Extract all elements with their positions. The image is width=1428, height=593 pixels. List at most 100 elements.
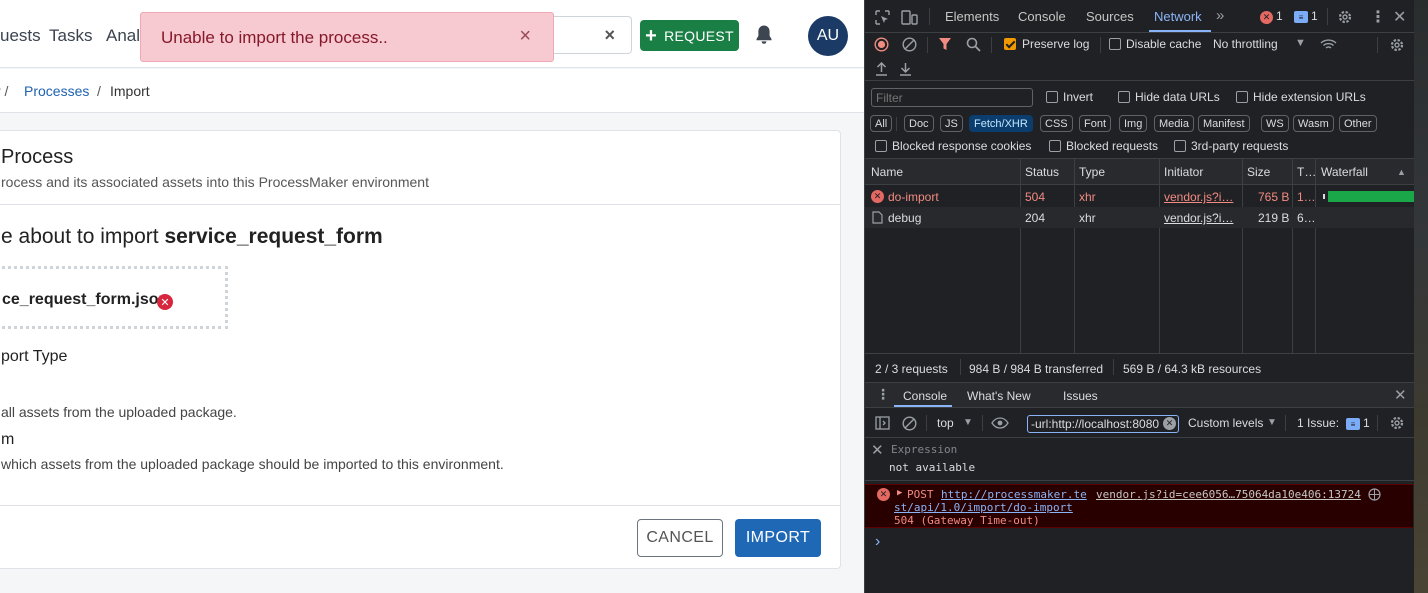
col-status[interactable]: Status: [1025, 165, 1059, 179]
third-party-label[interactable]: 3rd-party requests: [1191, 139, 1288, 153]
avatar[interactable]: AU: [808, 16, 848, 56]
clear-console-icon[interactable]: [902, 416, 917, 431]
settings-gear-icon[interactable]: [1337, 9, 1353, 25]
blocked-requests-label[interactable]: Blocked requests: [1066, 139, 1158, 153]
type-filter-fetch-xhr[interactable]: Fetch/XHR: [969, 115, 1033, 132]
error-url-line1[interactable]: http://processmaker.te: [941, 488, 1087, 501]
issues-label[interactable]: 1 Issue:: [1297, 416, 1339, 430]
cancel-button[interactable]: CANCEL: [637, 519, 723, 557]
upload-icon[interactable]: [875, 62, 888, 76]
sidebar-toggle-icon[interactable]: [875, 416, 890, 430]
col-size[interactable]: Size: [1247, 165, 1270, 179]
console-prompt-icon[interactable]: ›: [875, 533, 880, 551]
filter-input[interactable]: [871, 88, 1033, 107]
hide-data-urls-checkbox[interactable]: [1118, 91, 1130, 103]
expand-triangle-icon[interactable]: ▶: [897, 488, 902, 498]
message-badge-icon[interactable]: ≡: [1294, 11, 1308, 23]
context-select[interactable]: top: [937, 416, 954, 430]
more-tabs-icon[interactable]: »: [1216, 7, 1224, 24]
tab-console[interactable]: Console: [1018, 9, 1066, 24]
nav-link-tasks[interactable]: Tasks: [49, 26, 92, 46]
console-settings-gear-icon[interactable]: [1389, 415, 1405, 431]
error-url-line2[interactable]: st/api/1.0/import/do-import: [894, 501, 1073, 514]
issues-badge-icon[interactable]: ≡: [1346, 418, 1360, 430]
bell-icon[interactable]: [754, 24, 774, 51]
drawer-menu-icon[interactable]: ⋮: [876, 386, 890, 403]
option-custom-title[interactable]: m: [1, 431, 14, 449]
filter-funnel-icon[interactable]: [938, 37, 952, 52]
col-time[interactable]: T…: [1297, 165, 1316, 179]
file-dropzone[interactable]: ce_request_form.json ✕: [0, 266, 228, 329]
remove-expression-icon[interactable]: ✕: [871, 441, 884, 459]
type-filter-manifest[interactable]: Manifest: [1198, 115, 1250, 132]
clear-search-icon[interactable]: ×: [604, 25, 615, 46]
record-icon[interactable]: [874, 37, 889, 52]
search-icon[interactable]: [966, 37, 981, 52]
chevron-down-icon[interactable]: ▼: [1267, 417, 1277, 428]
type-filter-js[interactable]: JS: [940, 115, 963, 132]
close-icon[interactable]: ×: [519, 25, 531, 48]
nav-link-requests[interactable]: uests: [0, 26, 41, 46]
error-badge-icon[interactable]: ✕: [1260, 11, 1273, 24]
hide-extension-urls-label[interactable]: Hide extension URLs: [1253, 90, 1366, 104]
request-initiator[interactable]: vendor.js?i…: [1164, 211, 1233, 225]
drawer-tab-whats-new[interactable]: What's New: [967, 389, 1031, 403]
import-button[interactable]: IMPORT: [735, 519, 821, 557]
network-settings-gear-icon[interactable]: [1389, 37, 1405, 53]
blocked-cookies-label[interactable]: Blocked response cookies: [892, 139, 1031, 153]
request-name[interactable]: do-import: [888, 190, 939, 204]
type-filter-doc[interactable]: Doc: [904, 115, 934, 132]
invert-checkbox[interactable]: [1046, 91, 1058, 103]
third-party-checkbox[interactable]: [1174, 140, 1186, 152]
blocked-cookies-checkbox[interactable]: [875, 140, 887, 152]
invert-label[interactable]: Invert: [1063, 90, 1093, 104]
drawer-tab-console[interactable]: Console: [903, 389, 947, 403]
col-type[interactable]: Type: [1079, 165, 1105, 179]
download-icon[interactable]: [899, 62, 912, 76]
message-count[interactable]: 1: [1311, 9, 1318, 23]
expression-label[interactable]: Expression: [891, 443, 957, 456]
remove-file-icon[interactable]: ✕: [157, 294, 173, 310]
table-row[interactable]: [865, 207, 1414, 228]
breadcrumb-processes[interactable]: Processes: [24, 83, 89, 99]
sort-up-icon[interactable]: ▲: [1397, 167, 1406, 177]
type-filter-media[interactable]: Media: [1154, 115, 1194, 132]
tab-sources[interactable]: Sources: [1086, 9, 1134, 24]
type-filter-other[interactable]: Other: [1339, 115, 1377, 132]
tab-network[interactable]: Network: [1154, 9, 1202, 24]
inspect-element-icon[interactable]: [875, 10, 890, 25]
type-filter-ws[interactable]: WS: [1261, 115, 1289, 132]
chevron-down-icon[interactable]: ▼: [963, 417, 973, 428]
search-input[interactable]: ×: [554, 16, 632, 54]
disable-cache-label[interactable]: Disable cache: [1126, 37, 1201, 51]
clear-icon[interactable]: [902, 37, 917, 52]
close-devtools-icon[interactable]: ✕: [1393, 7, 1406, 27]
disable-cache-checkbox[interactable]: [1109, 38, 1121, 50]
request-button[interactable]: + REQUEST: [640, 20, 739, 51]
error-source-link[interactable]: vendor.js?id=cee6056…75064da10e406:13724: [1096, 488, 1361, 501]
close-drawer-icon[interactable]: ✕: [1394, 386, 1407, 404]
col-initiator[interactable]: Initiator: [1164, 165, 1203, 179]
throttling-select[interactable]: No throttling: [1213, 37, 1278, 51]
preserve-log-checkbox[interactable]: [1004, 38, 1016, 50]
network-request-icon[interactable]: [1368, 488, 1381, 501]
type-filter-wasm[interactable]: Wasm: [1293, 115, 1334, 132]
kebab-menu-icon[interactable]: ⋮: [1370, 7, 1386, 27]
log-levels-select[interactable]: Custom levels: [1188, 416, 1263, 430]
clear-filter-icon[interactable]: ✕: [1163, 417, 1176, 430]
blocked-requests-checkbox[interactable]: [1049, 140, 1061, 152]
type-filter-font[interactable]: Font: [1079, 115, 1112, 132]
hide-data-urls-label[interactable]: Hide data URLs: [1135, 90, 1220, 104]
drawer-tab-issues[interactable]: Issues: [1063, 389, 1098, 403]
error-count[interactable]: 1: [1276, 9, 1283, 23]
col-waterfall[interactable]: Waterfall: [1321, 165, 1368, 179]
device-toolbar-icon[interactable]: [901, 10, 918, 25]
network-conditions-icon[interactable]: [1320, 38, 1337, 51]
chevron-down-icon[interactable]: ▼: [1295, 37, 1306, 49]
request-initiator[interactable]: vendor.js?i…: [1164, 190, 1233, 204]
col-name[interactable]: Name: [871, 165, 903, 179]
issues-count[interactable]: 1: [1363, 416, 1370, 430]
type-filter-css[interactable]: CSS: [1040, 115, 1073, 132]
console-filter-input[interactable]: -url:http://localhost:8080: [1027, 415, 1179, 433]
preserve-log-label[interactable]: Preserve log: [1022, 37, 1089, 51]
